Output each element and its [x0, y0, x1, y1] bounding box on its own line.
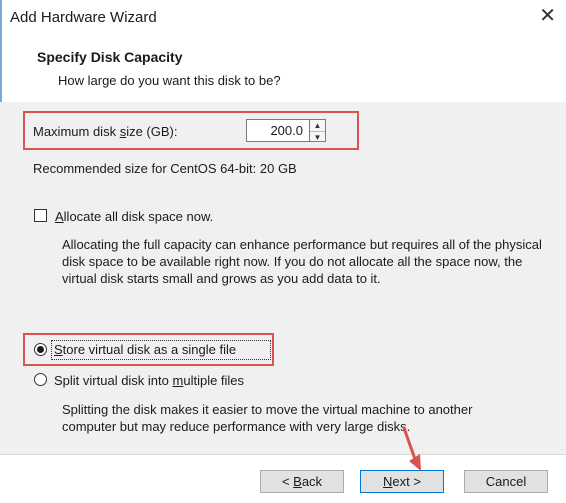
annotation-arrow-shaft [402, 426, 418, 464]
add-hardware-wizard-dialog: Add Hardware Wizard ✕ Specify Disk Capac… [0, 0, 566, 503]
annotation-arrow-icon [402, 426, 421, 471]
